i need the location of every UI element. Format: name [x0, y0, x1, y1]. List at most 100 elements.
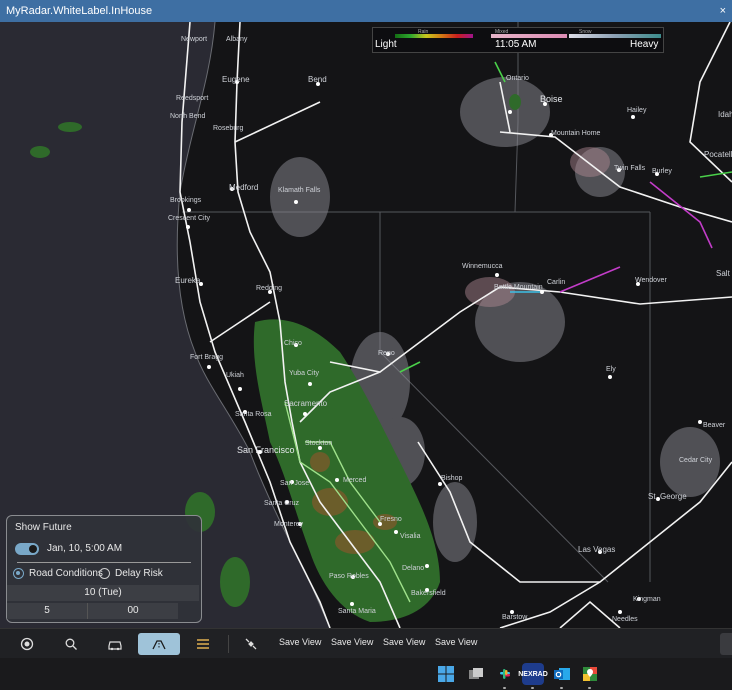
city-label: Reedsport — [176, 95, 209, 102]
running-indicator — [560, 687, 563, 689]
running-indicator — [588, 687, 591, 689]
city-label: North Bend — [170, 113, 206, 120]
task-view-button[interactable] — [465, 663, 487, 685]
show-future-panel: Show Future Jan, 10, 5:00 AM Road Condit… — [6, 515, 202, 623]
city-label: Stockton — [305, 440, 333, 447]
future-toggle[interactable] — [15, 543, 39, 555]
save-view-button-3[interactable]: Save View — [383, 637, 425, 647]
road-conditions-button[interactable] — [138, 633, 180, 655]
road-weather-icon — [152, 640, 166, 650]
task-view-icon — [469, 668, 483, 679]
road-conditions-label: Road Conditions — [29, 568, 103, 579]
save-view-button-4[interactable]: Save View — [435, 637, 477, 647]
traffic-button[interactable] — [94, 633, 136, 655]
city-label: Las Vegas — [578, 545, 616, 554]
city-label: Sacramento — [284, 399, 328, 408]
future-datetime: Jan, 10, 5:00 AM — [47, 543, 123, 554]
legend-heavy-label: Heavy — [630, 39, 659, 50]
city-label: Visalia — [400, 533, 421, 540]
maps-app[interactable] — [579, 663, 601, 685]
toggle-knob — [29, 545, 37, 553]
maps-icon — [583, 667, 597, 681]
city-label: Medford — [229, 183, 259, 192]
city-label: Mountain Home — [551, 130, 601, 137]
satellite-icon — [245, 638, 257, 650]
city-label: Winnemucca — [462, 263, 503, 270]
city-label: Beaver — [703, 422, 726, 429]
city-label: Chico — [284, 340, 302, 347]
show-future-title: Show Future — [15, 522, 72, 533]
city-label: Bend — [308, 75, 327, 84]
legend-rain-bar — [395, 34, 473, 38]
day-selector[interactable]: 10 (Tue) — [7, 585, 199, 601]
city-label: Santa Cruz — [264, 500, 300, 507]
hour-selector[interactable]: 5 — [7, 603, 87, 619]
time-slider-track[interactable] — [17, 562, 191, 563]
bottom-toolbar: Save View Save View Save View Save View — [0, 628, 732, 659]
save-view-button-2[interactable]: Save View — [331, 637, 373, 647]
minute-selector[interactable]: 00 — [87, 603, 178, 619]
delay-risk-label: Delay Risk — [115, 568, 163, 579]
city-label: Yuba City — [289, 370, 319, 377]
city-label: Idaho — [718, 110, 732, 119]
road-conditions-radio[interactable] — [13, 568, 24, 579]
legend-mixed-bar — [491, 34, 567, 38]
city-label: Bishop — [441, 475, 463, 482]
outlook-icon — [554, 668, 570, 680]
legend-time: 11:05 AM — [495, 39, 537, 50]
city-label: Fort Bragg — [190, 354, 224, 361]
city-label: Hailey — [627, 107, 647, 114]
city-label: Santa Rosa — [235, 411, 272, 418]
windows-taskbar: NEXRAD — [0, 658, 732, 690]
running-indicator — [531, 687, 534, 689]
outlook-app[interactable] — [551, 663, 573, 685]
toolbar-divider — [228, 635, 229, 653]
windows-logo-icon — [438, 666, 454, 682]
city-label: Eureka — [175, 276, 201, 285]
city-label: Albany — [226, 36, 248, 43]
city-label: Needles — [612, 616, 638, 623]
city-label: Salt — [716, 269, 730, 278]
delay-risk-radio[interactable] — [99, 568, 110, 579]
start-button[interactable] — [435, 663, 457, 685]
save-view-button-1[interactable]: Save View — [279, 637, 321, 647]
city-label: Boise — [540, 94, 563, 104]
city-label: Brookings — [170, 197, 202, 204]
city-label: Santa Maria — [338, 608, 376, 615]
city-label: San Francisco — [237, 445, 295, 455]
city-label: Merced — [343, 477, 367, 484]
city-label: San Jose — [280, 480, 310, 487]
city-label: Eugene — [222, 75, 250, 84]
legend-snow-bar — [569, 34, 661, 38]
city-label: Wendover — [635, 277, 667, 284]
slack-icon — [500, 669, 510, 679]
slack-app[interactable] — [494, 663, 516, 685]
city-label: Ontario — [506, 75, 529, 82]
legend-light-label: Light — [375, 39, 397, 50]
satellite-button[interactable] — [230, 633, 272, 655]
car-icon — [108, 641, 122, 651]
city-label: Barstow — [502, 614, 528, 621]
window-title: MyRadar.WhiteLabel.InHouse — [6, 5, 153, 17]
myradar-app[interactable]: NEXRAD — [518, 663, 548, 685]
city-label: Bakersfield — [411, 590, 446, 597]
city-label: Twin Falls — [614, 165, 646, 172]
myradar-app-icon: NEXRAD — [518, 670, 548, 678]
city-label: Ely — [606, 366, 616, 373]
target-icon — [20, 637, 34, 651]
radar-legend: Rain Mixed Snow Light 11:05 AM Heavy — [372, 27, 664, 53]
city-label: Paso Robles — [329, 573, 369, 580]
location-button[interactable] — [6, 633, 48, 655]
city-label: Delano — [402, 565, 425, 572]
city-label: Newport — [181, 36, 208, 43]
city-label: Burley — [652, 168, 672, 175]
toolbar-edge-handle[interactable] — [720, 633, 732, 655]
search-button[interactable] — [50, 633, 92, 655]
city-label: Ukiah — [226, 372, 244, 379]
close-icon[interactable]: × — [720, 0, 726, 22]
layers-menu-button[interactable] — [182, 633, 224, 655]
city-label: Crescent City — [168, 215, 211, 222]
city-label: Fresno — [380, 516, 402, 523]
menu-icon — [197, 639, 209, 649]
city-label: Carlin — [547, 279, 566, 286]
